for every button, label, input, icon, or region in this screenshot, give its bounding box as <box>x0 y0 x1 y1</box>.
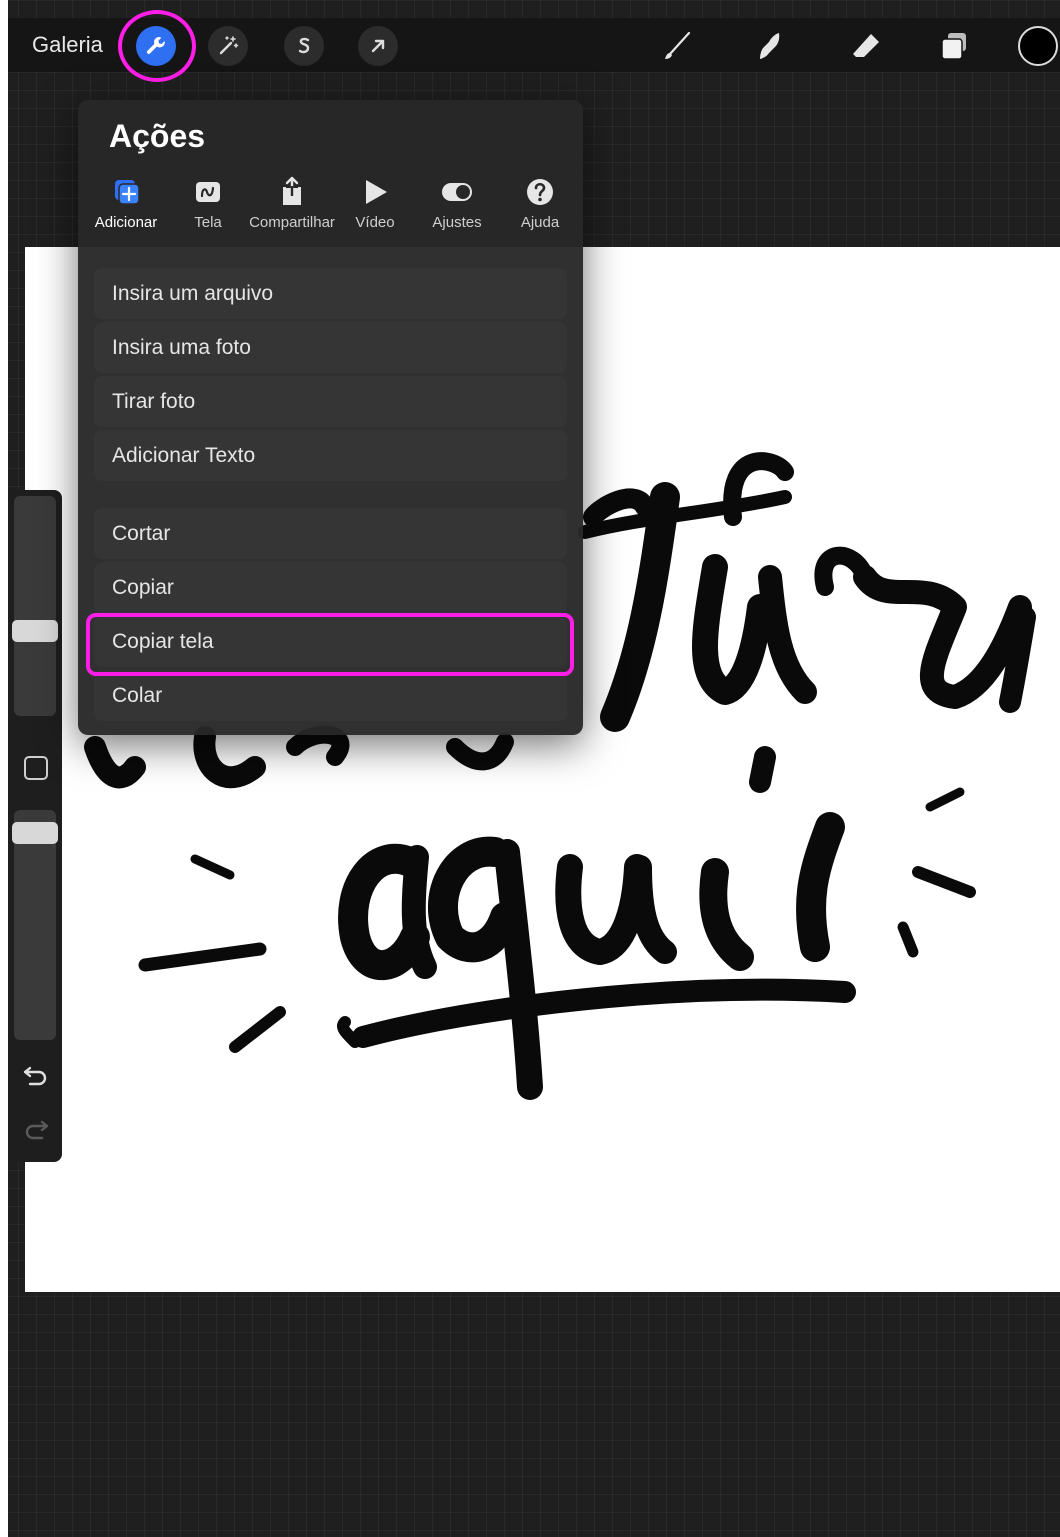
copy-item[interactable]: Copiar <box>94 562 567 613</box>
magic-wand-icon <box>219 36 239 55</box>
eraser-button[interactable] <box>846 26 886 66</box>
tab-video[interactable]: Vídeo <box>350 176 400 240</box>
tab-ajustes[interactable]: Ajustes <box>422 176 492 240</box>
brush-size-knob[interactable] <box>12 620 58 642</box>
cut-item[interactable]: Cortar <box>94 508 567 559</box>
add-menu-group: Insira um arquivo Insira uma foto Tirar … <box>94 268 567 484</box>
smudge-icon <box>760 33 780 59</box>
share-icon <box>283 176 301 205</box>
copy-canvas-highlight <box>86 613 574 676</box>
paste-item[interactable]: Colar <box>94 670 567 721</box>
layers-button[interactable] <box>934 26 974 66</box>
tab-tela[interactable]: Tela <box>180 176 236 240</box>
smudge-button[interactable] <box>750 26 790 66</box>
selection-button[interactable] <box>284 26 324 66</box>
actions-highlight-ring <box>118 10 196 82</box>
add-text-item[interactable]: Adicionar Texto <box>94 430 567 481</box>
brush-icon <box>665 31 691 59</box>
toggle-icon <box>442 183 472 201</box>
side-toolbar <box>8 490 62 1162</box>
add-image-icon <box>115 180 140 205</box>
modify-button[interactable] <box>24 756 48 780</box>
eraser-icon <box>853 34 879 57</box>
transform-button[interactable] <box>358 26 398 66</box>
play-icon <box>366 180 387 204</box>
help-icon <box>527 179 553 205</box>
selection-s-icon <box>298 37 310 54</box>
top-toolbar: Galeria <box>8 10 1060 82</box>
gallery-link[interactable]: Galeria <box>32 32 103 58</box>
arrow-cursor-icon <box>371 39 385 53</box>
opacity-slider[interactable] <box>14 810 56 1040</box>
tab-adicionar[interactable]: Adicionar <box>88 176 164 240</box>
actions-tabs: Adicionar Tela Compartilhar Vídeo Ajuste… <box>78 176 583 240</box>
brush-size-slider[interactable] <box>14 496 56 716</box>
insert-photo-item[interactable]: Insira uma foto <box>94 322 567 373</box>
layers-icon <box>941 33 966 60</box>
panel-title: Ações <box>109 118 206 154</box>
undo-icon[interactable] <box>22 1062 50 1086</box>
tab-compartilhar[interactable]: Compartilhar <box>242 176 342 240</box>
opacity-knob[interactable] <box>12 822 58 844</box>
tab-ajuda[interactable]: Ajuda <box>514 176 566 240</box>
color-swatch[interactable] <box>1018 26 1058 66</box>
redo-icon[interactable] <box>22 1116 50 1140</box>
take-photo-item[interactable]: Tirar foto <box>94 376 567 427</box>
canvas-icon <box>196 182 220 202</box>
insert-file-item[interactable]: Insira um arquivo <box>94 268 567 319</box>
left-edge <box>0 0 8 1537</box>
brush-button[interactable] <box>658 26 698 66</box>
adjustments-button[interactable] <box>208 26 248 66</box>
